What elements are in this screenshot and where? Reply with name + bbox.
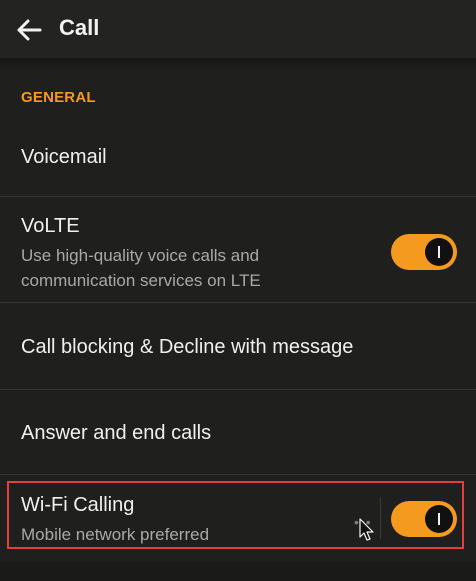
arrow-left-icon[interactable] — [14, 15, 44, 45]
volte-label: VoLTE — [21, 215, 80, 237]
app-bar: Call — [0, 0, 476, 58]
header-shadow — [0, 58, 476, 72]
volte-toggle[interactable] — [391, 234, 457, 270]
mouse-pointer-icon — [359, 518, 374, 541]
voicemail-label: Voicemail — [21, 146, 107, 168]
volte-description: Use high-quality voice calls and communi… — [21, 246, 261, 290]
highlight-box — [7, 481, 464, 549]
answer-end-calls-item[interactable]: Answer and end calls — [0, 390, 476, 474]
call-blocking-label: Call blocking & Decline with message — [21, 336, 354, 358]
answer-end-calls-label: Answer and end calls — [21, 422, 212, 444]
section-header-general: GENERAL — [21, 89, 96, 106]
toggle-knob — [425, 238, 453, 266]
bottom-edge — [0, 562, 476, 581]
page-title: Call — [59, 15, 100, 40]
call-blocking-item[interactable]: Call blocking & Decline with message — [0, 303, 476, 389]
voicemail-item[interactable]: Voicemail — [0, 120, 476, 196]
volte-item[interactable]: VoLTE Use high-quality voice calls and c… — [0, 197, 476, 302]
